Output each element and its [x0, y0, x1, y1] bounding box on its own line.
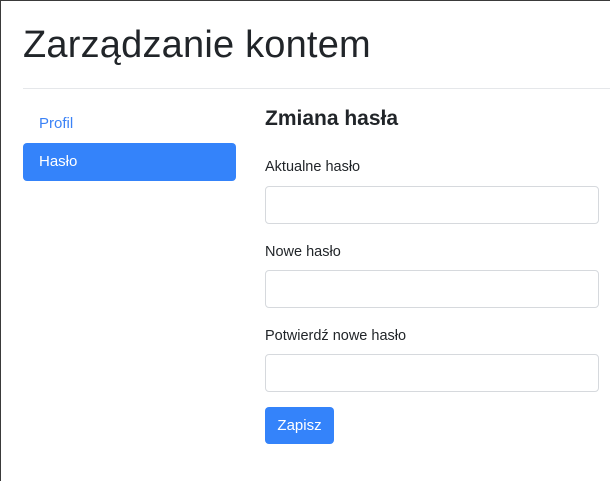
confirm-password-input[interactable] [265, 354, 599, 392]
window-frame: Zarządzanie kontem Profil Hasło Zmiana h… [0, 0, 610, 481]
save-button[interactable]: Zapisz [265, 407, 334, 444]
sidebar-item-password[interactable]: Hasło [23, 143, 236, 181]
current-password-input[interactable] [265, 186, 599, 224]
current-password-label: Aktualne hasło [265, 159, 361, 175]
sidebar-item-profile[interactable]: Profil [23, 105, 236, 143]
new-password-label: Nowe hasło [265, 244, 341, 260]
page-title: Zarządzanie kontem [23, 24, 371, 66]
title-divider [23, 88, 610, 89]
form-title: Zmiana hasła [265, 107, 399, 130]
confirm-password-label: Potwierdź nowe hasło [265, 328, 407, 344]
account-sidebar: Profil Hasło [23, 105, 236, 181]
new-password-input[interactable] [265, 270, 599, 308]
